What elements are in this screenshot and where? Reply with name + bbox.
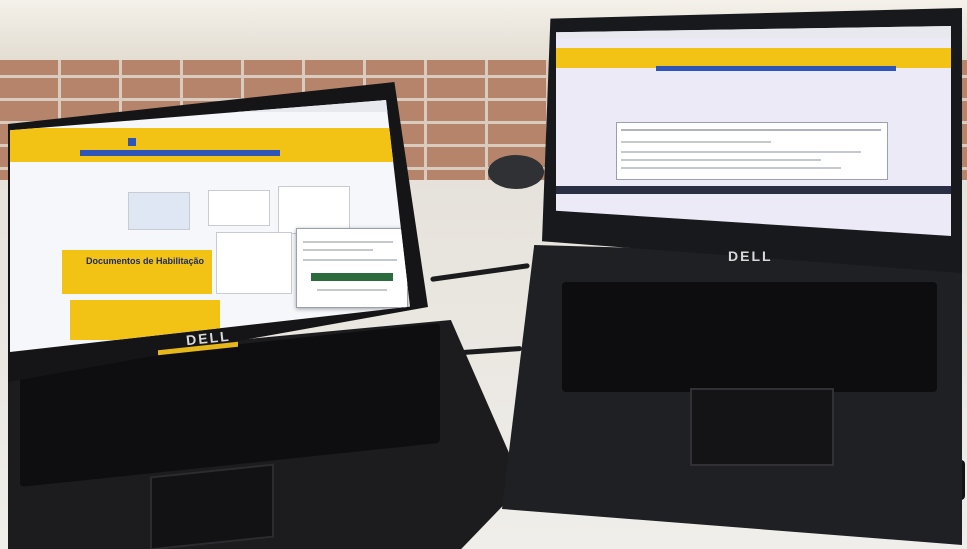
left-laptop-touchpad xyxy=(150,463,274,549)
site-nav xyxy=(80,150,280,156)
right-laptop-screen xyxy=(556,26,951,236)
content-card xyxy=(216,232,292,294)
promo-banner-title: Documentos de Habilitação xyxy=(86,256,205,266)
popup-confirm-button[interactable] xyxy=(311,273,393,281)
site-header xyxy=(556,48,951,68)
search-button-shape xyxy=(128,138,136,146)
site-header xyxy=(10,128,410,162)
results-table xyxy=(616,122,888,180)
right-laptop-keyboard xyxy=(562,282,937,392)
photo-scene: Documentos de Habilitação DELL DELL xyxy=(0,0,967,549)
footer-bar xyxy=(556,186,951,194)
content-card xyxy=(278,186,350,234)
content-card xyxy=(208,190,270,226)
content-card xyxy=(128,192,190,230)
notification-popup xyxy=(296,228,408,308)
right-laptop-touchpad xyxy=(690,388,834,466)
site-nav xyxy=(656,66,896,71)
right-laptop-logo: DELL xyxy=(728,248,773,264)
smart-speaker xyxy=(488,155,544,189)
